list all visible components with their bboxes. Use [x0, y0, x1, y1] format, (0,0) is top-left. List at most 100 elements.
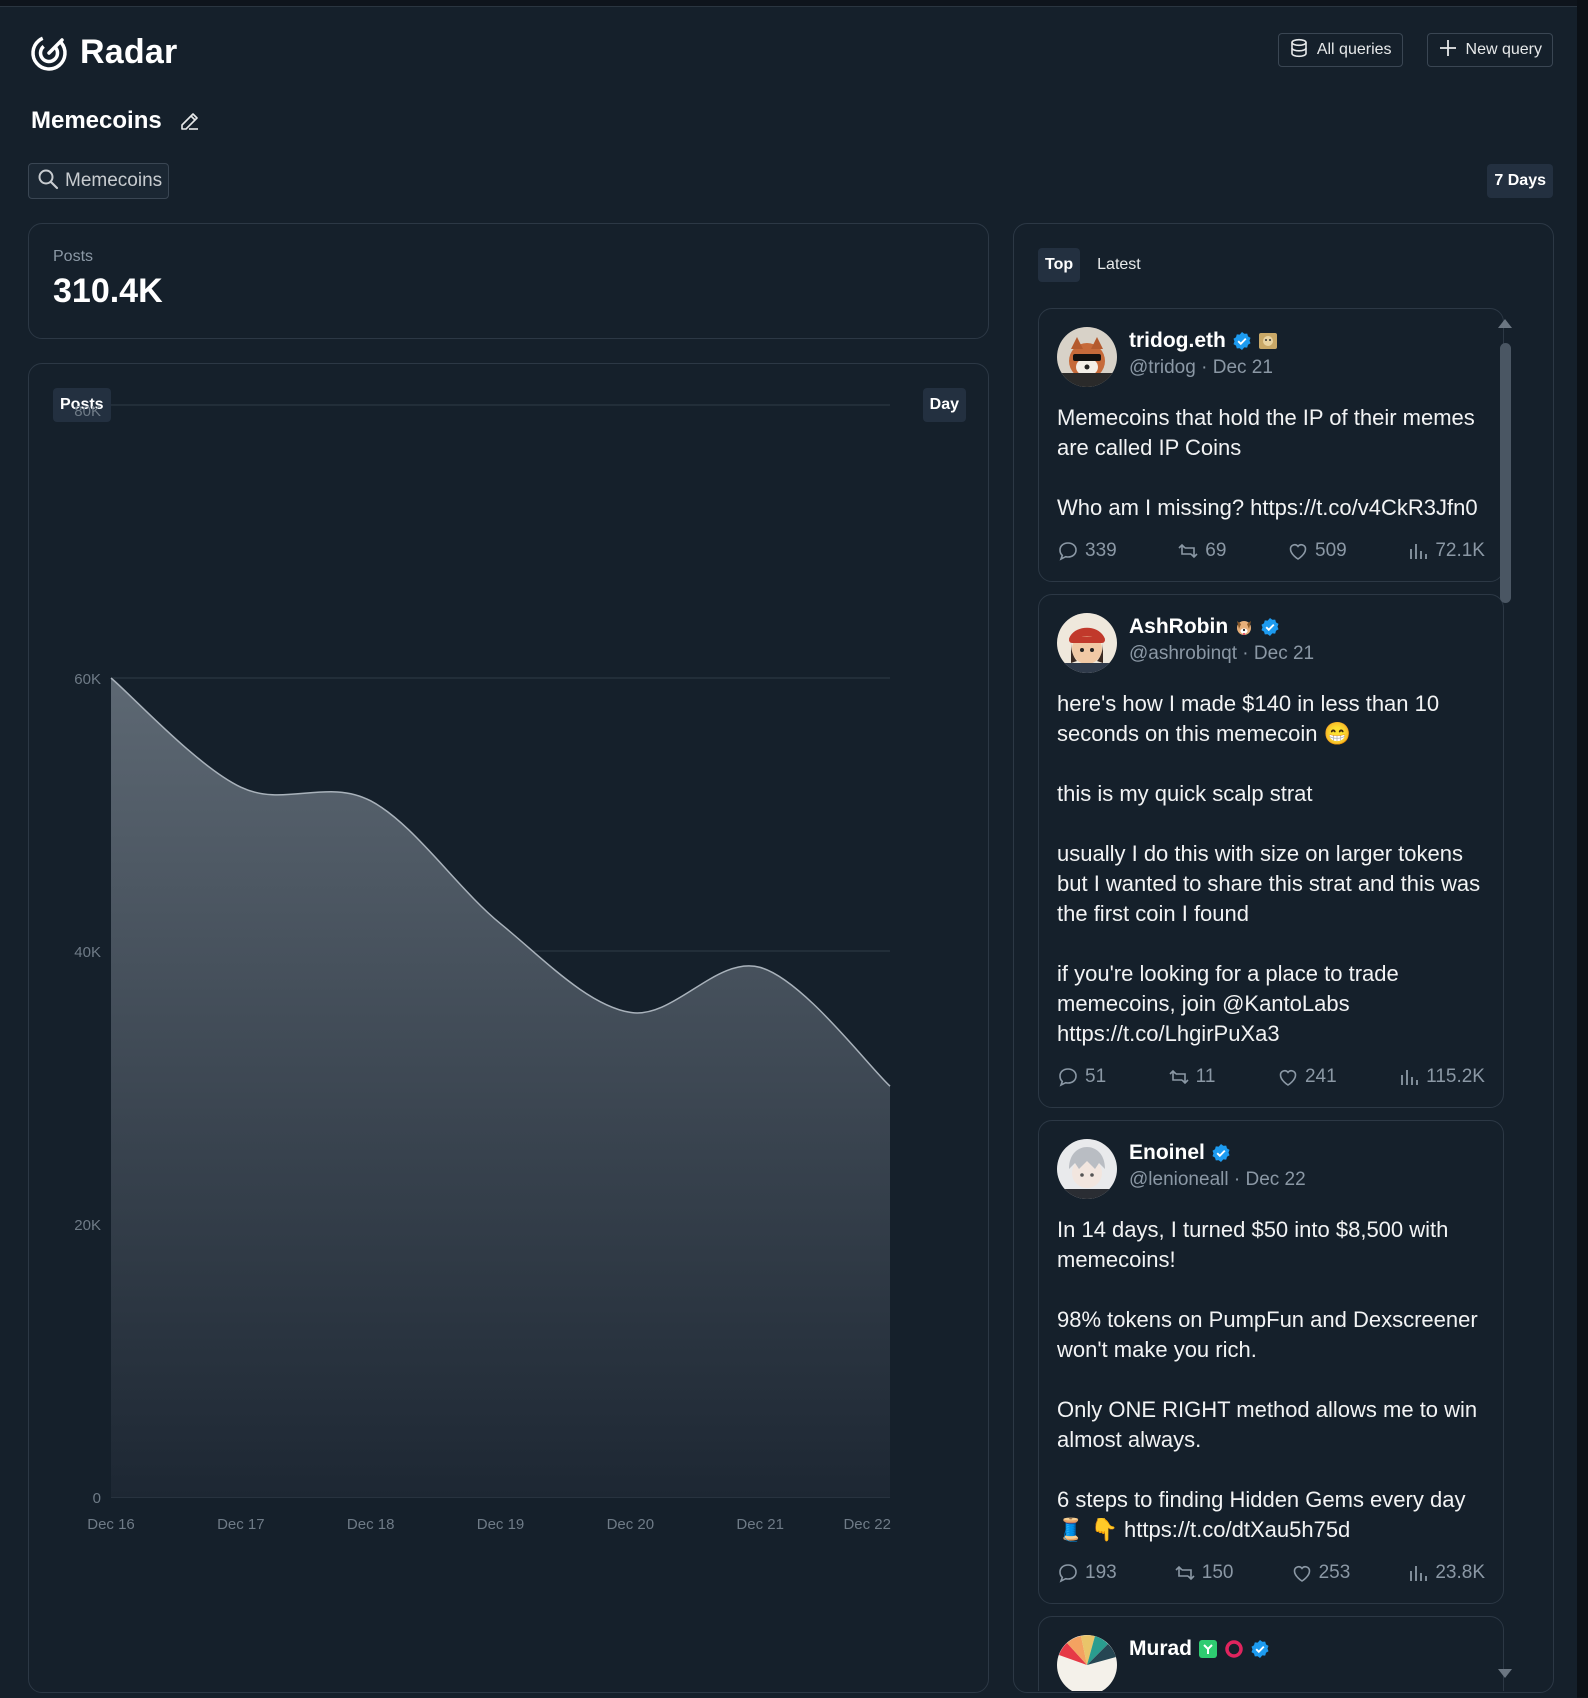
verified-badge-icon — [1211, 1143, 1231, 1163]
feed-scroll-area[interactable]: tridog.eth @tridog · Dec 21 Memecoins th… — [1038, 308, 1528, 1691]
x-tick-label: Dec 18 — [347, 1516, 395, 1533]
query-title-row: Memecoins — [31, 107, 202, 135]
tweet-stats: 51 11 241 115.2K — [1057, 1063, 1485, 1091]
author-name[interactable]: tridog.eth — [1129, 329, 1226, 353]
retweet-icon — [1168, 1066, 1190, 1088]
feed-scrollbar[interactable] — [1496, 307, 1514, 1692]
tab-top[interactable]: Top — [1038, 248, 1081, 282]
heart-icon — [1287, 540, 1309, 562]
search-term-chip[interactable]: Memecoins — [28, 163, 170, 199]
like-count: 509 — [1315, 540, 1347, 561]
doge-emoji-icon — [1258, 331, 1278, 351]
author-name[interactable]: AshRobin — [1129, 615, 1228, 639]
pencil-edit-icon[interactable] — [178, 109, 202, 133]
author-name[interactable]: Enoinel — [1129, 1141, 1205, 1165]
x-tick-label: Dec 16 — [87, 1516, 135, 1533]
post-date[interactable]: Dec 21 — [1213, 357, 1273, 378]
scroll-up-arrow-icon[interactable] — [1498, 319, 1512, 328]
posts-stat-card: Posts 310.4K — [28, 223, 989, 339]
x-tick-label: Dec 22 — [843, 1516, 891, 1533]
posts-stat-value: 310.4K — [53, 272, 163, 310]
tweet-card[interactable]: AshRobin @ashrobinqt · Dec 21 here's how… — [1038, 594, 1504, 1108]
red-circle-emoji-icon — [1224, 1639, 1244, 1659]
avatar[interactable] — [1057, 613, 1117, 673]
query-title: Memecoins — [31, 107, 162, 134]
radar-logo-icon — [30, 34, 68, 72]
retweet-icon — [1174, 1562, 1196, 1584]
tweet-text: In 14 days, I turned $50 into $8,500 wit… — [1057, 1217, 1478, 1542]
view-count: 115.2K — [1426, 1066, 1485, 1087]
author-name[interactable]: Murad — [1129, 1637, 1192, 1661]
author-handle[interactable]: @tridog — [1129, 357, 1196, 378]
views-chart-icon — [1398, 1066, 1420, 1088]
database-icon — [1289, 38, 1309, 63]
scroll-down-arrow-icon[interactable] — [1498, 1669, 1512, 1678]
y-tick-label: 80K — [74, 403, 101, 420]
retweet-icon — [1177, 540, 1199, 562]
tweet-text: Memecoins that hold the IP of their meme… — [1057, 405, 1478, 520]
like-count: 253 — [1318, 1562, 1351, 1583]
heart-icon — [1277, 1066, 1299, 1088]
plus-icon — [1438, 38, 1458, 63]
new-query-label: New query — [1465, 41, 1542, 58]
like-button[interactable]: 253 — [1291, 1562, 1351, 1584]
x-tick-label: Dec 19 — [477, 1516, 525, 1533]
dog-emoji-icon — [1234, 617, 1254, 637]
reply-button[interactable]: 193 — [1057, 1562, 1117, 1584]
window-edge — [1577, 0, 1588, 1697]
view-count: 23.8K — [1435, 1562, 1485, 1583]
x-tick-label: Dec 17 — [217, 1516, 265, 1533]
new-query-button[interactable]: New query — [1426, 33, 1553, 67]
retweet-count: 11 — [1195, 1066, 1216, 1087]
reply-button[interactable]: 51 — [1057, 1066, 1106, 1088]
retweet-count: 69 — [1205, 540, 1227, 561]
views-button[interactable]: 72.1K — [1407, 540, 1485, 562]
avatar[interactable] — [1057, 1635, 1117, 1691]
tab-latest[interactable]: Latest — [1090, 248, 1148, 282]
all-queries-button[interactable]: All queries — [1277, 33, 1403, 67]
avatar[interactable] — [1057, 327, 1117, 387]
search-term-text: Memecoins — [65, 170, 163, 191]
tweet-text: here's how I made $140 in less than 10 s… — [1057, 691, 1481, 1046]
posts-feed-card: Top Latest tridog.eth @tridog · Dec 21 M… — [1013, 223, 1554, 1693]
tweet-card[interactable]: Murad — [1038, 1616, 1504, 1691]
views-chart-icon — [1407, 540, 1429, 562]
reply-button[interactable]: 339 — [1057, 540, 1117, 562]
feed-tabs: Top Latest — [1038, 248, 1148, 282]
retweet-button[interactable]: 150 — [1174, 1562, 1234, 1584]
like-button[interactable]: 509 — [1287, 540, 1347, 562]
retweet-button[interactable]: 11 — [1168, 1066, 1216, 1088]
views-chart-icon — [1407, 1562, 1429, 1584]
view-count: 72.1K — [1435, 540, 1485, 561]
green-square-emoji-icon — [1198, 1639, 1218, 1659]
y-tick-label: 20K — [74, 1217, 101, 1234]
verified-badge-icon — [1260, 617, 1280, 637]
tweet-card[interactable]: tridog.eth @tridog · Dec 21 Memecoins th… — [1038, 308, 1504, 582]
like-button[interactable]: 241 — [1277, 1066, 1337, 1088]
avatar[interactable] — [1057, 1139, 1117, 1199]
author-handle[interactable]: @ashrobinqt — [1129, 643, 1237, 664]
views-button[interactable]: 23.8K — [1407, 1562, 1485, 1584]
like-count: 241 — [1304, 1066, 1337, 1087]
reply-icon — [1057, 540, 1079, 562]
heart-icon — [1291, 1562, 1313, 1584]
all-queries-label: All queries — [1316, 41, 1392, 58]
post-date[interactable]: Dec 22 — [1245, 1169, 1305, 1190]
posts-area-series — [111, 678, 890, 1497]
reply-icon — [1057, 1562, 1079, 1584]
retweet-button[interactable]: 69 — [1177, 540, 1226, 562]
scroll-thumb[interactable] — [1500, 343, 1511, 603]
reply-count: 51 — [1085, 1066, 1107, 1087]
posts-chart-card: Posts Day 0 20K 40K 60K 80K Dec 16 Dec 17 Dec 1… — [28, 363, 989, 1693]
author-handle[interactable]: @lenioneall — [1129, 1169, 1229, 1190]
reply-count: 193 — [1085, 1562, 1117, 1583]
post-date[interactable]: Dec 21 — [1254, 643, 1314, 664]
brand[interactable]: Radar — [30, 33, 177, 72]
tweet-list: tridog.eth @tridog · Dec 21 Memecoins th… — [1038, 308, 1504, 1691]
search-icon — [37, 168, 59, 195]
retweet-count: 150 — [1201, 1562, 1234, 1583]
time-range-selector[interactable]: 7 Days — [1487, 164, 1553, 198]
views-button[interactable]: 115.2K — [1398, 1066, 1485, 1088]
tweet-card[interactable]: Enoinel @lenioneall · Dec 22 In 14 days,… — [1038, 1120, 1504, 1604]
x-tick-label: Dec 20 — [607, 1516, 655, 1533]
